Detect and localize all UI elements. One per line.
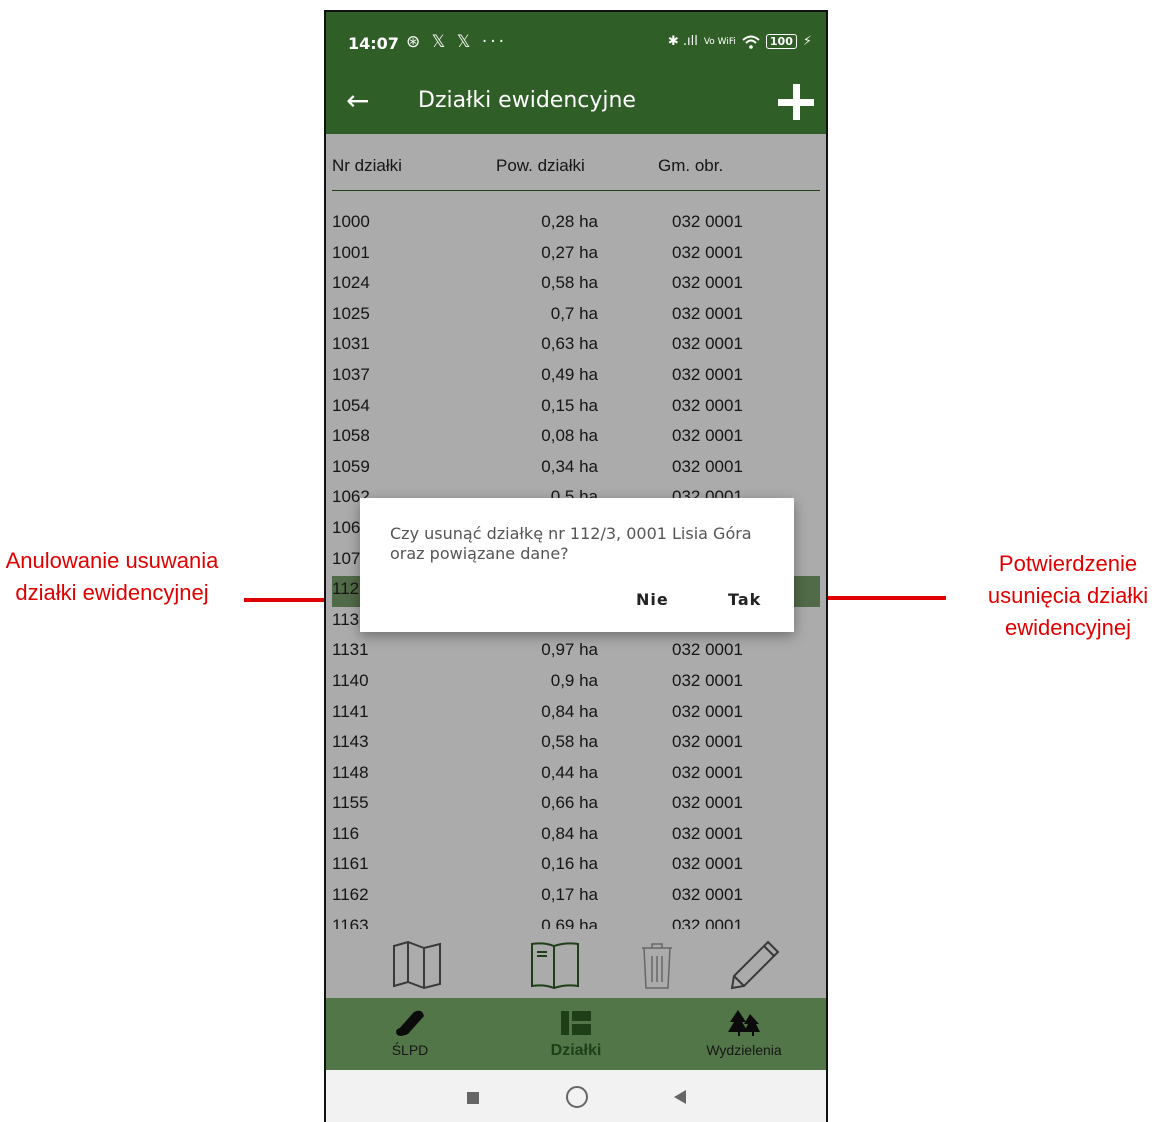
- back-icon[interactable]: [674, 1090, 686, 1104]
- signal-icon: ✱ .ıll: [667, 34, 698, 49]
- system-navigation: [326, 1070, 826, 1122]
- cancel-button[interactable]: Nie: [636, 590, 669, 609]
- annotation-cancel: Anulowanie usuwania działki ewidencyjnej: [5, 548, 219, 605]
- status-bar: 14:07 ⊛ 𝕏 𝕏 ··· ✱ .ıll Vo WiFi 100 ⚡: [326, 12, 826, 76]
- status-time: 14:07: [348, 34, 399, 53]
- vowifi-icon: Vo WiFi: [703, 36, 736, 47]
- recents-icon[interactable]: [467, 1092, 479, 1104]
- confirm-button[interactable]: Tak: [728, 590, 761, 609]
- annotation-confirm: Potwierdzenie usunięcia działki ewidency…: [987, 551, 1149, 640]
- wifi-icon: [742, 35, 760, 49]
- add-icon[interactable]: [776, 82, 816, 122]
- back-arrow-icon[interactable]: ←: [346, 84, 369, 118]
- battery-icon: 100: [765, 34, 797, 49]
- home-icon[interactable]: [566, 1086, 588, 1108]
- system-icons: ✱ .ıll Vo WiFi 100 ⚡: [668, 34, 812, 49]
- app-bar: ← Działki ewidencyjne: [326, 76, 826, 134]
- charging-icon: ⚡: [802, 34, 812, 49]
- delete-confirm-dialog: Czy usunąć działkę nr 112/3, 0001 Lisia …: [360, 498, 794, 632]
- notification-icons: ⊛ 𝕏 𝕏 ···: [406, 32, 508, 52]
- phone-screen: 14:07 ⊛ 𝕏 𝕏 ··· ✱ .ıll Vo WiFi 100 ⚡ ← D…: [324, 10, 828, 1122]
- dialog-message: Czy usunąć działkę nr 112/3, 0001 Lisia …: [390, 524, 752, 563]
- page-title: Działki ewidencyjne: [418, 88, 636, 113]
